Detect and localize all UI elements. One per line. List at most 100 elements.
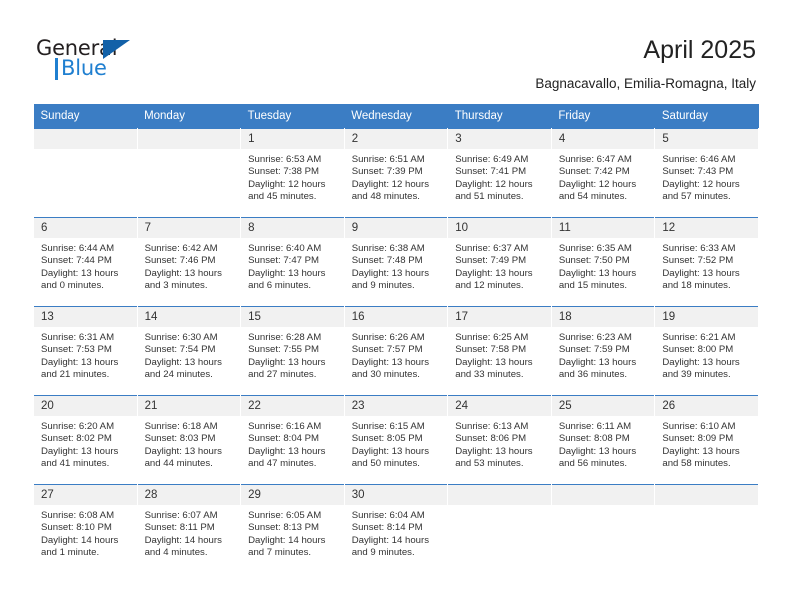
page-title: April 2025 — [643, 36, 756, 64]
daylight-text-line2: and 12 minutes. — [455, 280, 524, 292]
sunrise-text: Sunrise: 6:53 AM — [248, 154, 322, 165]
calendar-day-cell[interactable]: 16 Sunrise: 6:26 AM Sunset: 7:57 PM Dayligh… — [343, 306, 449, 396]
calendar-day-cell[interactable]: 5 Sunrise: 6:46 AM Sunset: 7:43 PM Daylight… — [654, 128, 759, 218]
daylight-text-line1: Daylight: 13 hours — [455, 356, 533, 368]
calendar-day-cell[interactable]: 18 Sunrise: 6:23 AM Sunset: 7:59 PM Dayligh… — [550, 306, 656, 396]
calendar-day-cell[interactable]: 11 Sunrise: 6:35 AM Sunset: 7:50 PM Dayligh… — [550, 217, 656, 307]
calendar-day-cell[interactable]: 21 Sunrise: 6:18 AM Sunset: 8:03 PM Dayligh… — [136, 395, 242, 485]
daylight-text-line2: and 36 minutes. — [558, 369, 628, 381]
calendar-day-cell[interactable]: 20 Sunrise: 6:20 AM Sunset: 8:02 PM Dayligh… — [33, 395, 138, 485]
day-number: 23 — [344, 396, 448, 416]
day-details: Sunrise: 6:11 AM Sunset: 8:08 PM Daylight:… — [552, 416, 655, 471]
day-details: Sunrise: 6:08 AM Sunset: 8:10 PM Daylight:… — [34, 505, 137, 560]
daylight-text-line2: and 54 minutes. — [558, 191, 628, 203]
sunset-text: Sunset: 8:10 PM — [41, 522, 112, 534]
daylight-text-line2: and 45 minutes. — [248, 191, 317, 203]
day-number: 6 — [34, 218, 137, 238]
sunset-text: Sunset: 7:38 PM — [248, 166, 320, 178]
general-blue-logo[interactable]: General Blue — [36, 36, 156, 82]
sunset-text: Sunset: 8:11 PM — [144, 522, 215, 534]
calendar-day-cell[interactable]: 27 Sunrise: 6:08 AM Sunset: 8:10 PM Dayligh… — [33, 484, 138, 573]
day-number — [655, 485, 758, 505]
sunset-text: Sunset: 7:39 PM — [351, 166, 423, 178]
daylight-text-line1: Daylight: 13 hours — [144, 445, 222, 457]
calendar-day-cell[interactable]: 19 Sunrise: 6:21 AM Sunset: 8:00 PM Dayligh… — [654, 306, 759, 396]
daylight-text-line1: Daylight: 14 hours — [41, 534, 119, 546]
weekday-header-monday: Monday — [137, 104, 241, 129]
day-details: Sunrise: 6:49 AM Sunset: 7:41 PM Daylight:… — [448, 149, 551, 204]
day-details: Sunrise: 6:37 AM Sunset: 7:49 PM Daylight:… — [448, 238, 551, 293]
daylight-text-line2: and 41 minutes. — [41, 458, 110, 470]
calendar-day-cell[interactable]: 17 Sunrise: 6:25 AM Sunset: 7:58 PM Dayligh… — [447, 306, 552, 396]
daylight-text-line2: and 53 minutes. — [455, 458, 524, 470]
calendar-day-cell[interactable]: 25 Sunrise: 6:11 AM Sunset: 8:08 PM Dayligh… — [550, 395, 656, 485]
daylight-text-line2: and 3 minutes. — [144, 280, 208, 292]
calendar-body: 1 Sunrise: 6:53 AM Sunset: 7:38 PM Daylight… — [33, 128, 759, 573]
calendar-day-cell[interactable]: 1 Sunrise: 6:53 AM Sunset: 7:38 PM Daylight… — [240, 128, 345, 218]
day-details: Sunrise: 6:38 AM Sunset: 7:48 PM Daylight:… — [345, 238, 448, 293]
daylight-text-line1: Daylight: 13 hours — [144, 267, 222, 279]
sunrise-text: Sunrise: 6:04 AM — [351, 510, 425, 521]
calendar-day-cell[interactable]: 3 Sunrise: 6:49 AM Sunset: 7:41 PM Daylight… — [447, 128, 552, 218]
sunset-text: Sunset: 7:42 PM — [558, 166, 630, 178]
sunset-text: Sunset: 8:08 PM — [558, 433, 630, 445]
calendar-day-cell[interactable]: 24 Sunrise: 6:13 AM Sunset: 8:06 PM Dayligh… — [447, 395, 552, 485]
sunrise-text: Sunrise: 6:37 AM — [455, 243, 529, 254]
calendar-day-cell[interactable]: 8 Sunrise: 6:40 AM Sunset: 7:47 PM Daylight… — [240, 217, 345, 307]
calendar-day-cell[interactable]: 9 Sunrise: 6:38 AM Sunset: 7:48 PM Daylight… — [343, 217, 449, 307]
day-number: 12 — [655, 218, 758, 238]
day-number: 30 — [344, 485, 448, 505]
calendar-day-cell[interactable]: 30 Sunrise: 6:04 AM Sunset: 8:14 PM Dayligh… — [343, 484, 449, 573]
daylight-text-line1: Daylight: 13 hours — [248, 356, 326, 368]
calendar-day-cell[interactable]: 26 Sunrise: 6:10 AM Sunset: 8:09 PM Dayligh… — [654, 395, 759, 485]
sunrise-text: Sunrise: 6:33 AM — [662, 243, 736, 254]
day-number: 22 — [241, 396, 344, 416]
calendar-day-cell[interactable]: 10 Sunrise: 6:37 AM Sunset: 7:49 PM Dayligh… — [447, 217, 552, 307]
calendar-day-cell[interactable]: 6 Sunrise: 6:44 AM Sunset: 7:44 PM Daylight… — [33, 217, 138, 307]
sunset-text: Sunset: 7:47 PM — [248, 255, 320, 267]
daylight-text-line1: Daylight: 14 hours — [351, 534, 430, 546]
day-number: 5 — [655, 129, 758, 149]
daylight-text-line1: Daylight: 13 hours — [351, 356, 430, 368]
daylight-text-line1: Daylight: 13 hours — [455, 445, 533, 457]
calendar-day-cell[interactable]: 15 Sunrise: 6:28 AM Sunset: 7:55 PM Dayligh… — [240, 306, 345, 396]
day-details: Sunrise: 6:10 AM Sunset: 8:09 PM Daylight:… — [655, 416, 758, 471]
calendar-header-row: Sunday Monday Tuesday Wednesday Thursday… — [33, 104, 759, 129]
day-number: 18 — [551, 307, 655, 327]
day-number — [551, 485, 655, 505]
day-number: 1 — [241, 129, 344, 149]
daylight-text-line2: and 7 minutes. — [248, 547, 312, 559]
calendar-day-cell[interactable]: 2 Sunrise: 6:51 AM Sunset: 7:39 PM Daylight… — [343, 128, 449, 218]
calendar-day-cell[interactable]: 13 Sunrise: 6:31 AM Sunset: 7:53 PM Dayligh… — [33, 306, 138, 396]
sunset-text: Sunset: 7:52 PM — [662, 255, 734, 267]
sunrise-text: Sunrise: 6:11 AM — [558, 421, 632, 432]
sunset-text: Sunset: 8:06 PM — [455, 433, 527, 445]
calendar-day-cell[interactable]: 4 Sunrise: 6:47 AM Sunset: 7:42 PM Daylight… — [550, 128, 656, 218]
calendar-day-cell[interactable]: 22 Sunrise: 6:16 AM Sunset: 8:04 PM Dayligh… — [240, 395, 345, 485]
day-number: 29 — [241, 485, 344, 505]
sunrise-text: Sunrise: 6:15 AM — [351, 421, 425, 432]
day-number — [34, 129, 137, 149]
daylight-text-line1: Daylight: 13 hours — [248, 445, 326, 457]
day-details: Sunrise: 6:18 AM Sunset: 8:03 PM Daylight:… — [138, 416, 241, 471]
sunrise-text: Sunrise: 6:21 AM — [662, 332, 736, 343]
calendar-day-cell[interactable]: 7 Sunrise: 6:42 AM Sunset: 7:46 PM Daylight… — [136, 217, 242, 307]
day-number: 16 — [344, 307, 448, 327]
calendar-week-row: 20 Sunrise: 6:20 AM Sunset: 8:02 PM Dayligh… — [33, 395, 759, 485]
calendar-day-cell[interactable]: 29 Sunrise: 6:05 AM Sunset: 8:13 PM Dayligh… — [240, 484, 345, 573]
sunset-text: Sunset: 7:54 PM — [144, 344, 216, 356]
daylight-text-line1: Daylight: 14 hours — [144, 534, 222, 546]
daylight-text-line1: Daylight: 13 hours — [41, 445, 119, 457]
calendar-day-cell[interactable]: 23 Sunrise: 6:15 AM Sunset: 8:05 PM Dayligh… — [343, 395, 449, 485]
weekday-header-friday: Friday — [551, 104, 655, 129]
day-number — [448, 485, 551, 505]
logo-triangle-icon — [103, 40, 130, 59]
calendar-day-cell[interactable]: 12 Sunrise: 6:33 AM Sunset: 7:52 PM Dayligh… — [654, 217, 759, 307]
daylight-text-line1: Daylight: 12 hours — [455, 178, 533, 190]
daylight-text-line2: and 33 minutes. — [455, 369, 524, 381]
calendar-page: General Blue April 2025 Bagnacavallo, Em… — [0, 0, 792, 612]
sunrise-text: Sunrise: 6:40 AM — [248, 243, 322, 254]
calendar-day-cell[interactable]: 14 Sunrise: 6:30 AM Sunset: 7:54 PM Dayligh… — [136, 306, 242, 396]
daylight-text-line1: Daylight: 12 hours — [662, 178, 740, 190]
calendar-day-cell[interactable]: 28 Sunrise: 6:07 AM Sunset: 8:11 PM Dayligh… — [136, 484, 242, 573]
